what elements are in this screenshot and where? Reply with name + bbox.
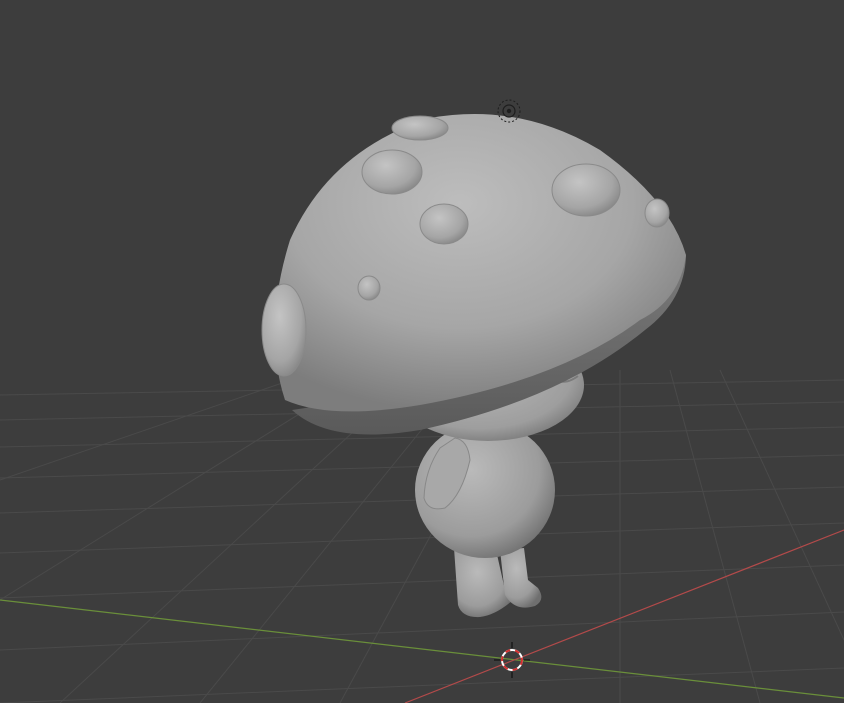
mushroom-feet bbox=[454, 548, 542, 618]
3d-viewport[interactable] bbox=[0, 0, 844, 703]
mushroom-cap bbox=[274, 114, 686, 412]
y-axis-line bbox=[0, 599, 844, 699]
viewport-canvas[interactable] bbox=[0, 0, 844, 703]
